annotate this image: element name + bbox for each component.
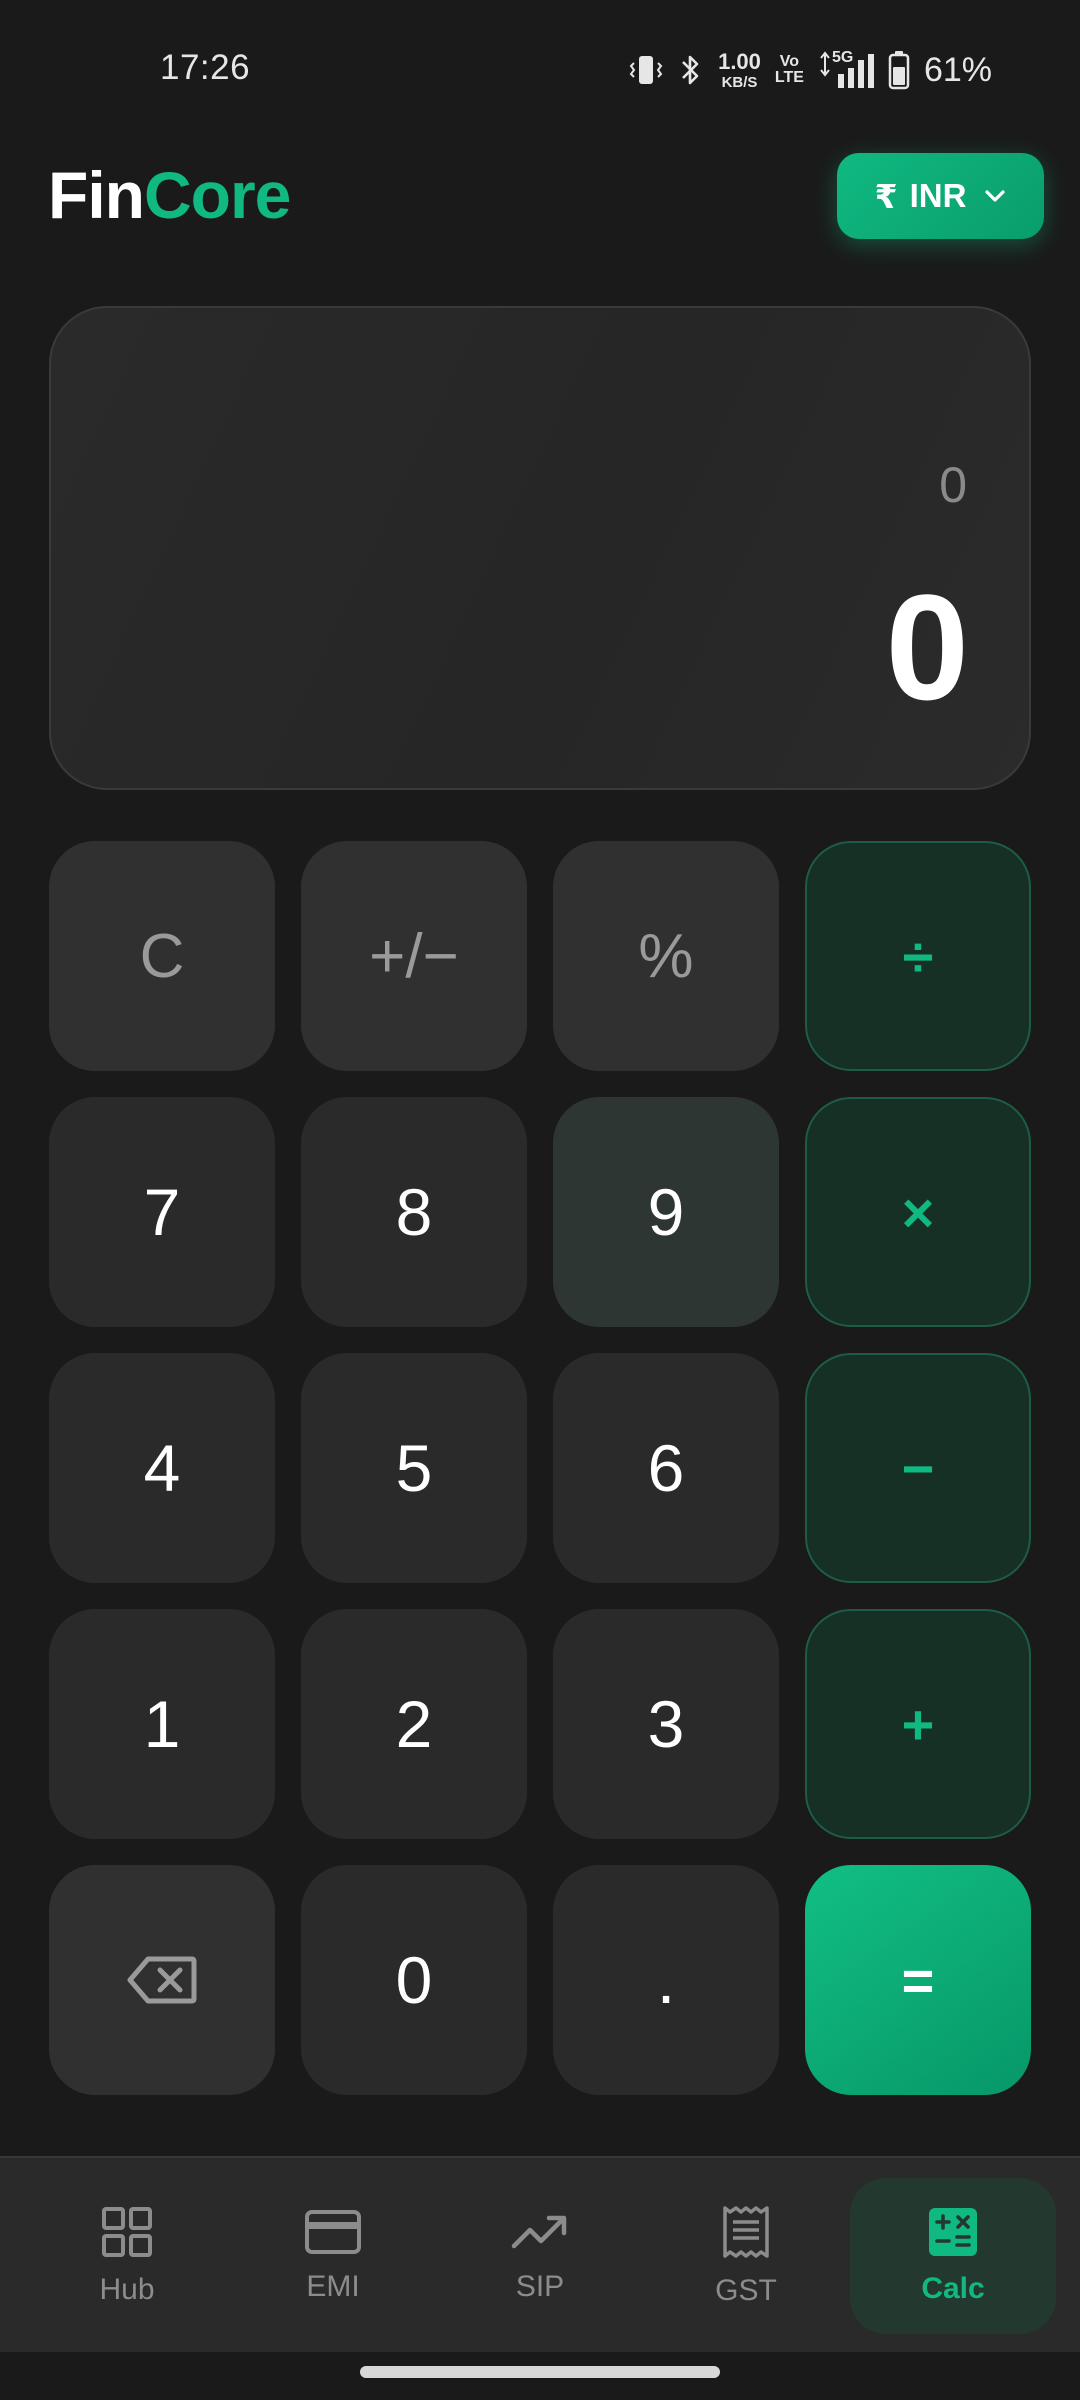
- status-time: 17:26: [160, 48, 251, 87]
- expression-text: 0: [939, 457, 967, 513]
- bluetooth-icon: [682, 55, 699, 85]
- equals-button[interactable]: =: [805, 1865, 1031, 2095]
- network-speed-unit: KB/S: [721, 73, 758, 91]
- multiply-button[interactable]: ×: [805, 1097, 1031, 1327]
- logo-text-fin: Fin: [48, 158, 145, 232]
- digit-4-button[interactable]: 4: [49, 1353, 275, 1583]
- network-speed-value: 1.00: [718, 48, 761, 74]
- nav-item-sip[interactable]: SIP: [437, 2178, 643, 2334]
- receipt-icon: [723, 2206, 769, 2258]
- digit-2-button[interactable]: 2: [301, 1609, 527, 1839]
- battery-percent: 61%: [923, 50, 992, 89]
- digit-3-button[interactable]: 3: [553, 1609, 779, 1839]
- plus-button[interactable]: +: [805, 1609, 1031, 1839]
- status-bar: 17:26 1.00 KB/S Vo LTE 5G 61%: [0, 0, 1080, 140]
- nav-label-hub: Hub: [99, 2273, 155, 2306]
- nav-item-hub[interactable]: Hub: [24, 2178, 230, 2334]
- divide-button[interactable]: ÷: [805, 841, 1031, 1071]
- currency-code: INR: [909, 177, 967, 214]
- status-icons: 1.00 KB/S Vo LTE 5G 61%: [628, 48, 992, 92]
- nav-item-emi[interactable]: EMI: [230, 2178, 436, 2334]
- minus-button[interactable]: −: [805, 1353, 1031, 1583]
- backspace-icon: [127, 1956, 197, 2004]
- calculator-icon: [929, 2208, 977, 2256]
- trending-up-icon: [511, 2215, 567, 2249]
- nav-label-sip: SIP: [515, 2270, 565, 2303]
- currency-selector-button[interactable]: ₹ INR: [837, 153, 1044, 239]
- battery-icon: [888, 51, 910, 90]
- chevron-down-icon: [985, 190, 1006, 202]
- vibrate-icon: [629, 56, 663, 84]
- logo-text-core: Core: [143, 158, 291, 232]
- nav-item-calc[interactable]: Calc: [850, 2178, 1056, 2334]
- result-text: 0: [885, 563, 969, 731]
- signal-icon: 5G: [818, 50, 874, 90]
- signal-bars-icon: [820, 51, 874, 88]
- grid-icon: [102, 2207, 152, 2257]
- calculator-display: 0 0: [49, 306, 1031, 790]
- keypad: C +/− % ÷ 7 8 9 × 4 5 6 − 1 2 3 + 0 . =: [49, 841, 1033, 2095]
- volte-indicator: Vo LTE: [775, 54, 804, 86]
- app-logo: FinCore: [48, 155, 291, 235]
- volte-top: Vo: [779, 53, 800, 70]
- credit-card-icon: [305, 2210, 361, 2254]
- decimal-button[interactable]: .: [553, 1865, 779, 2095]
- nav-label-emi: EMI: [306, 2270, 360, 2303]
- nav-label-calc: Calc: [921, 2272, 985, 2305]
- network-speed: 1.00 KB/S: [718, 48, 761, 91]
- digit-8-button[interactable]: 8: [301, 1097, 527, 1327]
- volte-bottom: LTE: [774, 69, 804, 86]
- toggle-sign-button[interactable]: +/−: [301, 841, 527, 1071]
- backspace-button[interactable]: [49, 1865, 275, 2095]
- digit-6-button[interactable]: 6: [553, 1353, 779, 1583]
- digit-7-button[interactable]: 7: [49, 1097, 275, 1327]
- clear-button[interactable]: C: [49, 841, 275, 1071]
- percent-button[interactable]: %: [553, 841, 779, 1071]
- home-indicator[interactable]: [360, 2366, 720, 2378]
- digit-5-button[interactable]: 5: [301, 1353, 527, 1583]
- digit-0-button[interactable]: 0: [301, 1865, 527, 2095]
- nav-item-gst[interactable]: GST: [643, 2178, 849, 2334]
- digit-9-button[interactable]: 9: [553, 1097, 779, 1327]
- currency-symbol: ₹: [874, 177, 898, 215]
- digit-1-button[interactable]: 1: [49, 1609, 275, 1839]
- bottom-navigation: Hub EMI SIP GST Calc: [0, 2156, 1080, 2352]
- nav-label-gst: GST: [715, 2274, 777, 2307]
